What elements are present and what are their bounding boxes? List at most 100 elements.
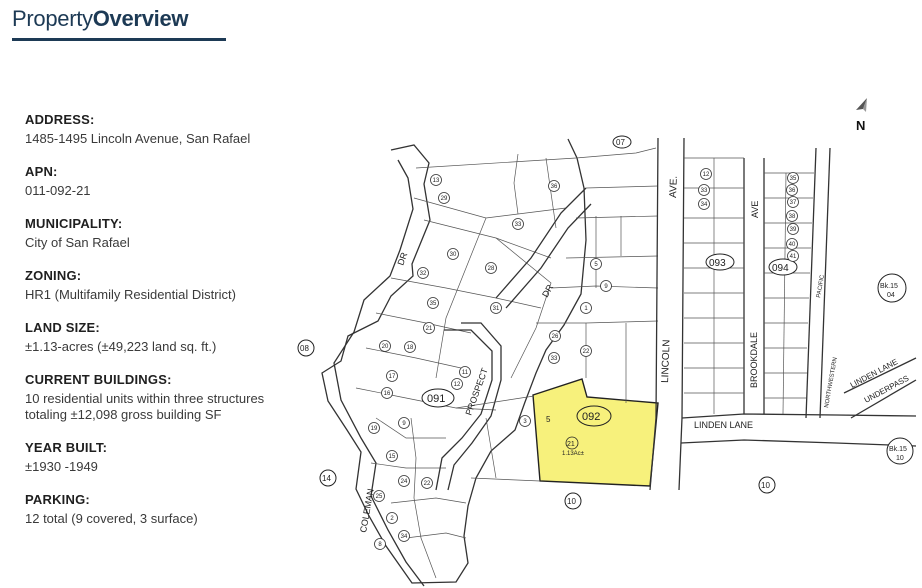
parcel-number: 36 — [551, 184, 558, 190]
parcel-number: 24 — [401, 479, 408, 485]
parcel-number: 19 — [371, 426, 378, 432]
parcel-number: 26 — [552, 334, 559, 340]
parcel-number: 38 — [789, 214, 796, 220]
book-ref-number: 10 — [896, 455, 904, 462]
field-parking: PARKING: 12 total (9 covered, 3 surface) — [25, 492, 295, 527]
block-091: 091 — [421, 388, 455, 408]
field-current-buildings: CURRENT BUILDINGS: 10 residential units w… — [25, 372, 295, 423]
block-07: 07 — [612, 135, 632, 149]
property-details: ADDRESS: 1485-1495 Lincoln Avenue, San Ra… — [25, 112, 295, 544]
block-number: 092 — [582, 411, 600, 423]
parcel-number: 17 — [389, 374, 396, 380]
street-linden-lane: LINDEN LANE — [694, 420, 753, 430]
parcel-number: 13 — [433, 178, 440, 184]
parcel-number: 28 — [488, 266, 495, 272]
parcel-number: 37 — [790, 200, 797, 206]
field-value: 10 residential units within three struct… — [25, 391, 265, 422]
block-number: 094 — [772, 263, 789, 274]
subject-acreage: 1.13Ac± — [562, 451, 585, 457]
parcel-number: 25 — [376, 494, 383, 500]
field-label: APN: — [25, 164, 58, 179]
field-label: CURRENT BUILDINGS: — [25, 372, 172, 387]
field-value: HR1 (Multifamily Residential District) — [25, 287, 236, 302]
railroad-northwestern: NORTHWESTERN — [824, 357, 839, 408]
page-title-bold: Overview — [92, 6, 189, 31]
parcel-number: 22 — [583, 349, 590, 355]
book-ref-label: Bk.15 — [889, 446, 907, 453]
field-value: 12 total (9 covered, 3 surface) — [25, 511, 198, 526]
field-apn: APN: 011-092-21 — [25, 164, 295, 199]
parcel-number: 34 — [701, 202, 708, 208]
book-ref-number: 04 — [887, 292, 895, 299]
field-municipality: MUNICIPALITY: City of San Rafael — [25, 216, 295, 251]
parcel-number: 36 — [789, 188, 796, 194]
parcel-number: 40 — [789, 242, 796, 248]
field-zoning: ZONING: HR1 (Multifamily Residential Dist… — [25, 268, 295, 303]
parcel-number: 30 — [450, 252, 457, 258]
book-ref-bk15-10: Bk.15 10 — [886, 437, 914, 465]
book-ref-label: Bk.15 — [880, 283, 898, 290]
parcel-number: 22 — [424, 481, 431, 487]
parcel-number: 39 — [790, 227, 797, 233]
street-lincoln: LINCOLN — [660, 339, 673, 383]
parcel-number: 12 — [703, 172, 710, 178]
field-label: MUNICIPALITY: — [25, 216, 123, 231]
block-14: 14 — [319, 469, 337, 487]
field-value: City of San Rafael — [25, 235, 130, 250]
parcel-number: 35 — [790, 176, 797, 182]
parcel-number: 35 — [430, 301, 437, 307]
book-ref-bk15-04: Bk.15 04 — [877, 273, 907, 303]
street-brookdale-ave: AVE — [750, 201, 760, 218]
parcel-number: 29 — [441, 196, 448, 202]
parcel-number: 31 — [493, 306, 500, 312]
street-ave: AVE. — [668, 176, 680, 198]
field-value: ±1930 -1949 — [25, 459, 98, 474]
field-year-built: YEAR BUILT: ±1930 -1949 — [25, 440, 295, 475]
parcel-number: 33 — [551, 356, 558, 362]
block-number: 10 — [567, 497, 576, 506]
page-title: PropertyOverview — [12, 6, 189, 32]
parcel-number: 12 — [454, 382, 461, 388]
field-address: ADDRESS: 1485-1495 Lincoln Avenue, San Ra… — [25, 112, 295, 147]
field-land-size: LAND SIZE: ±1.13-acres (±49,223 land sq. … — [25, 320, 295, 355]
field-value: ±1.13-acres (±49,223 land sq. ft.) — [25, 339, 217, 354]
parcel-number: 33 — [701, 188, 708, 194]
block-number: 14 — [322, 474, 331, 483]
field-value: 011-092-21 — [25, 183, 91, 198]
block-number: 091 — [427, 393, 445, 405]
subject-lot-number: 5 — [546, 415, 551, 424]
parcel-number: 18 — [407, 345, 414, 351]
parcel-number-layer: 1329333628313032352120 181716199152524 222… — [368, 168, 799, 550]
street-coleman: COLEMAN — [358, 488, 376, 534]
field-label: ADDRESS: — [25, 112, 95, 127]
field-label: PARKING: — [25, 492, 90, 507]
parcel-number: 16 — [384, 391, 391, 397]
title-underline — [12, 38, 226, 41]
street-brookdale: BROOKDALE — [749, 332, 759, 388]
street-dr-west: DR — [395, 251, 409, 267]
block-093: 093 — [705, 253, 735, 271]
block-number: 093 — [709, 258, 726, 269]
parcel-number: 20 — [382, 344, 389, 350]
field-label: LAND SIZE: — [25, 320, 100, 335]
field-value: 1485-1495 Lincoln Avenue, San Rafael — [25, 131, 251, 146]
subject-parcel-highlight — [532, 378, 659, 487]
subject-parcel-number: 21 — [567, 441, 575, 448]
block-10b: 10 — [758, 476, 776, 494]
parcel-number: 32 — [420, 271, 427, 277]
page-title-light: Property — [12, 6, 93, 31]
parcel-number: 34 — [401, 534, 408, 540]
parcel-number: 21 — [426, 326, 433, 332]
field-label: YEAR BUILT: — [25, 440, 108, 455]
block-08: 08 — [297, 339, 315, 357]
street-dr-east: DR — [540, 282, 555, 299]
block-number: 07 — [616, 138, 625, 147]
parcel-number: 11 — [462, 370, 469, 376]
parcel-map: 091 092 093 094 07 08 10 10 14 Bk.15 04 B… — [297, 135, 917, 587]
field-label: ZONING: — [25, 268, 82, 283]
parcel-number: 15 — [389, 454, 396, 460]
block-number: 10 — [761, 481, 770, 490]
parcel-number: 41 — [790, 254, 797, 260]
block-number: 08 — [300, 344, 309, 353]
parcel-number: 33 — [515, 222, 522, 228]
